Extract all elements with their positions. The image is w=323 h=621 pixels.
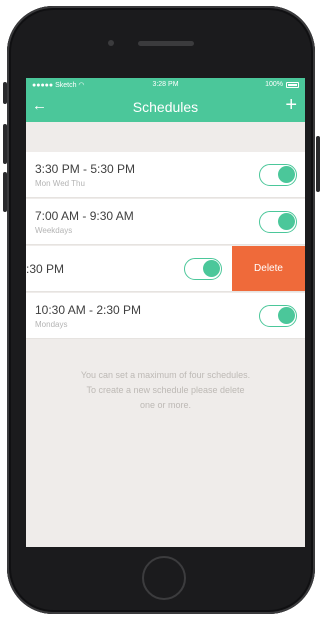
- header-spacer: [26, 122, 305, 152]
- status-bar: ●●●●● Sketch ◠ 3:28 PM 100%: [26, 78, 305, 92]
- mute-switch: [3, 82, 7, 104]
- delete-button[interactable]: Delete: [232, 246, 305, 291]
- schedule-days: Mon Wed Thu: [35, 179, 85, 188]
- schedule-time: 7:00 AM - 9:30 AM: [35, 209, 134, 223]
- schedule-row-content: 10:30 AM - 2:30 PM Mondays: [26, 293, 305, 338]
- volume-down-button: [3, 172, 7, 212]
- toggle-knob: [203, 260, 220, 277]
- toggle-knob: [278, 307, 295, 324]
- note-line: one or more.: [139, 400, 192, 410]
- app-screen: ●●●●● Sketch ◠ 3:28 PM 100% ← Schedules …: [26, 78, 305, 547]
- battery-icon: [286, 82, 299, 88]
- earpiece-speaker: [138, 41, 194, 46]
- front-camera: [108, 40, 114, 46]
- schedule-toggle[interactable]: [259, 305, 297, 327]
- schedule-time: 10:30 AM - 2:30 PM: [35, 303, 142, 317]
- schedule-toggle[interactable]: [259, 211, 297, 233]
- note-line: You can set a maximum of four schedules.: [80, 370, 251, 380]
- schedule-days: Mondays: [35, 320, 68, 329]
- schedule-row-content: 7:00 AM - 9:30 AM Weekdays: [26, 199, 305, 244]
- schedule-row-swiped[interactable]: :30 PM Delete: [26, 246, 305, 292]
- schedule-toggle[interactable]: [184, 258, 222, 280]
- schedule-row[interactable]: 7:00 AM - 9:30 AM Weekdays: [26, 199, 305, 245]
- schedule-limit-note: You can set a maximum of four schedules.…: [50, 368, 281, 413]
- navigation-bar: ← Schedules +: [26, 92, 305, 122]
- schedule-days: Weekdays: [35, 226, 73, 235]
- toggle-knob: [278, 166, 295, 183]
- schedule-row-content: 3:30 PM - 5:30 PM Mon Wed Thu: [26, 152, 305, 197]
- schedule-row[interactable]: 3:30 PM - 5:30 PM Mon Wed Thu: [26, 152, 305, 198]
- add-schedule-icon[interactable]: +: [285, 95, 297, 115]
- home-button[interactable]: [142, 556, 186, 600]
- volume-up-button: [3, 124, 7, 164]
- schedule-time: 3:30 PM - 5:30 PM: [35, 162, 136, 176]
- schedule-time: :30 PM: [26, 262, 65, 276]
- toggle-knob: [278, 213, 295, 230]
- page-title: Schedules: [132, 99, 199, 115]
- schedule-toggle[interactable]: [259, 164, 297, 186]
- battery-percentage: 100%: [265, 81, 283, 88]
- status-time: 3:28 PM: [152, 81, 179, 88]
- power-button: [316, 136, 320, 192]
- schedule-row[interactable]: 10:30 AM - 2:30 PM Mondays: [26, 293, 305, 339]
- note-line: To create a new schedule please delete: [86, 385, 245, 395]
